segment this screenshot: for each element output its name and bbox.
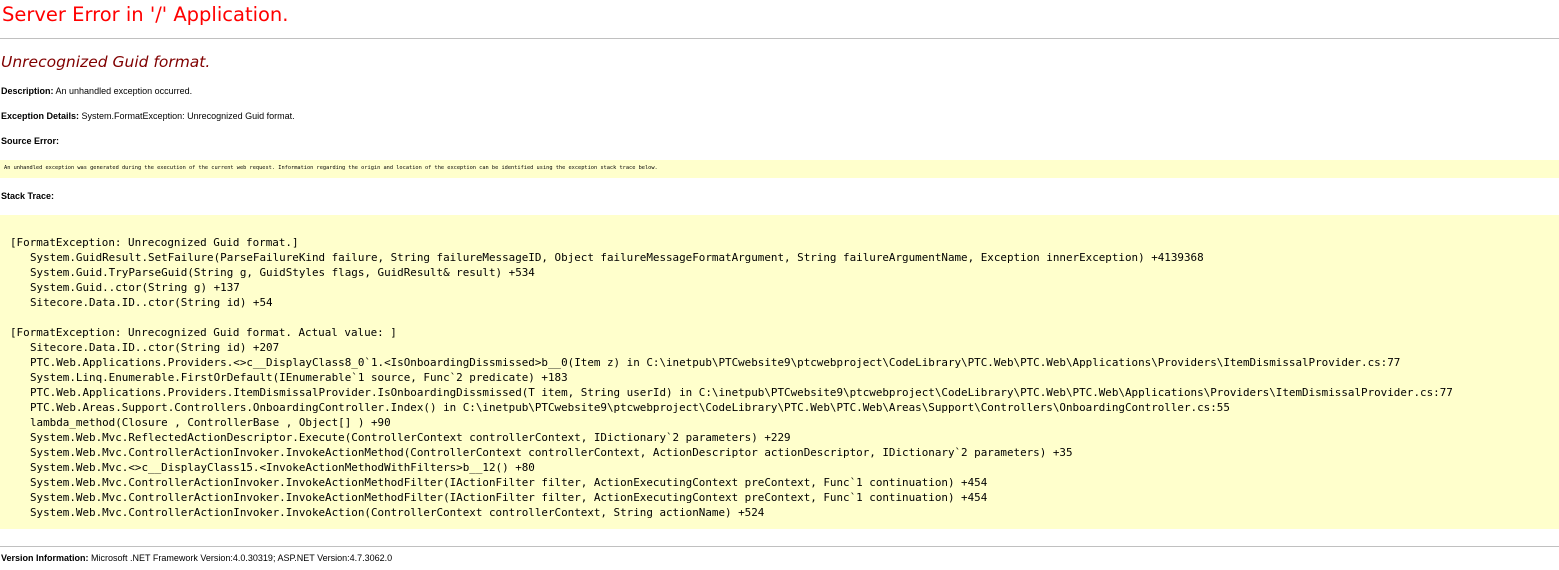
stack-trace-frame: Sitecore.Data.ID..ctor(String id) +54 — [30, 296, 273, 309]
stack-trace-frame: System.Linq.Enumerable.FirstOrDefault(IE… — [30, 371, 568, 384]
stack-trace-frame: System.Web.Mvc.ReflectedActionDescriptor… — [30, 431, 791, 444]
stack-trace-frame: System.Web.Mvc.ControllerActionInvoker.I… — [30, 476, 988, 489]
stack-trace-frame: System.GuidResult.SetFailure(ParseFailur… — [30, 251, 1204, 264]
stack-trace-row: Stack Trace: — [1, 191, 54, 201]
stack-trace-frame: PTC.Web.Applications.Providers.ItemDismi… — [30, 386, 1453, 399]
source-error-label: Source Error: — [1, 136, 60, 146]
stack-trace-frame: System.Guid..ctor(String g) +137 — [30, 281, 240, 294]
source-error-box: An unhandled exception was generated dur… — [0, 160, 1559, 178]
stack-trace-frame: lambda_method(Closure , ControllerBase ,… — [30, 416, 391, 429]
exception-details-row: Exception Details: System.FormatExceptio… — [1, 111, 295, 121]
stack-trace-exception-header: [FormatException: Unrecognized Guid form… — [10, 326, 397, 339]
version-information-text: Microsoft .NET Framework Version:4.0.303… — [91, 553, 393, 563]
page-title: Server Error in '/' Application. — [2, 3, 289, 26]
stack-trace-frame: PTC.Web.Areas.Support.Controllers.Onboar… — [30, 401, 1230, 414]
footer-divider — [0, 546, 1559, 547]
error-message-heading: Unrecognized Guid format. — [1, 53, 211, 71]
version-information-label: Version Information: — [1, 553, 89, 563]
title-divider — [0, 38, 1559, 39]
stack-trace-frame: System.Web.Mvc.ControllerActionInvoker.I… — [30, 506, 765, 519]
stack-trace-frame: Sitecore.Data.ID..ctor(String id) +207 — [30, 341, 280, 354]
source-error-text: An unhandled exception was generated dur… — [4, 165, 658, 171]
stack-trace-frame: System.Web.Mvc.ControllerActionInvoker.I… — [30, 491, 988, 504]
description-row: Description: An unhandled exception occu… — [1, 86, 192, 96]
stack-trace-label: Stack Trace: — [1, 191, 55, 201]
description-label: Description: — [1, 86, 54, 96]
stack-trace-frame: System.Web.Mvc.<>c__DisplayClass15.<Invo… — [30, 461, 535, 474]
exception-details-label: Exception Details: — [1, 111, 80, 121]
exception-details-text: System.FormatException: Unrecognized Gui… — [81, 111, 295, 121]
version-information-row: Version Information: Microsoft .NET Fram… — [1, 553, 392, 563]
stack-trace-exception-header: [FormatException: Unrecognized Guid form… — [10, 236, 299, 249]
stack-trace-frame: PTC.Web.Applications.Providers.<>c__Disp… — [30, 356, 1401, 369]
stack-trace-frame: System.Web.Mvc.ControllerActionInvoker.I… — [30, 446, 1073, 459]
description-text: An unhandled exception occurred. — [55, 86, 193, 96]
stack-trace-box: [FormatException: Unrecognized Guid form… — [0, 215, 1559, 529]
stack-trace-frame: System.Guid.TryParseGuid(String g, GuidS… — [30, 266, 535, 279]
source-error-row: Source Error: — [1, 136, 59, 146]
stack-trace-gap — [10, 310, 1559, 325]
